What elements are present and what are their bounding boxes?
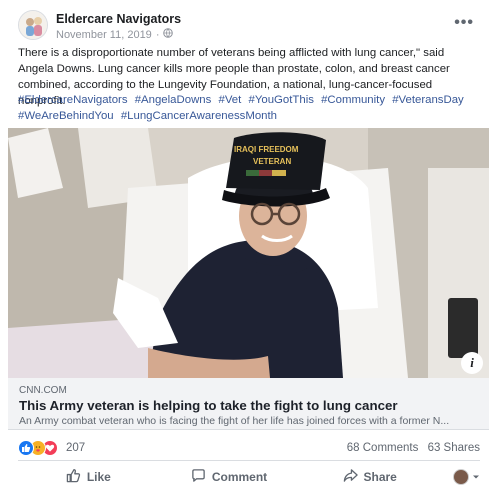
link-title[interactable]: This Army veteran is helping to take the… [19,398,398,413]
post-header: Eldercare Navigators November 11, 2019 ·… [18,10,488,44]
link-domain: CNN.COM [19,385,67,396]
page-avatar[interactable] [18,10,48,40]
link-preview[interactable]: CNN.COM This Army veteran is helping to … [8,378,489,430]
comment-label: Comment [211,470,268,484]
share-label: Share [363,470,397,484]
thumbs-up-icon [66,468,81,486]
reaction-count[interactable]: 207 [66,442,85,454]
action-bar: Like Comment Share [18,463,480,491]
engagement-bar: 207 68 Comments 63 Shares [18,438,480,458]
like-button[interactable]: Like [18,468,159,486]
hashtag-link[interactable]: #WeAreBehindYou [18,110,114,122]
like-label: Like [86,470,111,484]
hashtag-link[interactable]: #EldercareNavigators [18,94,128,106]
globe-icon [163,28,174,41]
user-avatar [453,469,470,485]
hashtag-link[interactable]: #Community [321,94,385,106]
cap-text-line2: VETERAN [253,157,291,166]
chevron-down-icon [472,468,480,486]
comment-button[interactable]: Comment [159,468,300,486]
post-meta: November 11, 2019 · [56,28,174,41]
comment-share-counts: 68 Comments 63 Shares [347,442,480,454]
share-button[interactable]: Share [299,468,440,486]
hashtag-link[interactable]: #Vet [219,94,242,106]
hashtag-link[interactable]: #YouGotThis [248,94,313,106]
share-icon [343,468,358,486]
post-date[interactable]: November 11, 2019 [56,29,152,41]
actions-divider [18,460,480,461]
hashtags: #EldercareNavigators #AngelaDowns #Vet #… [18,92,480,124]
like-reaction-icon [18,440,34,456]
link-preview-image[interactable]: IRAQI FREEDOM VETERAN i [8,128,489,378]
shares-count[interactable]: 63 Shares [428,442,480,454]
link-description: An Army combat veteran who is facing the… [19,415,450,427]
reaction-as-selector[interactable] [440,468,480,486]
facebook-post-card: Eldercare Navigators November 11, 2019 ·… [0,0,500,494]
cap-text-line1: IRAQI FREEDOM [234,145,299,154]
date-separator: · [155,28,160,41]
author-name[interactable]: Eldercare Navigators [56,12,181,26]
hashtag-link[interactable]: #VeteransDay [392,94,464,106]
more-options-icon[interactable]: ••• [454,14,474,32]
info-icon[interactable]: i [461,352,483,374]
comments-count[interactable]: 68 Comments [347,442,419,454]
reaction-icons[interactable] [18,440,62,456]
hashtag-link[interactable]: #AngelaDowns [135,94,212,106]
hashtag-link[interactable]: #LungCancerAwarenessMonth [121,110,277,122]
comment-icon [191,468,206,486]
